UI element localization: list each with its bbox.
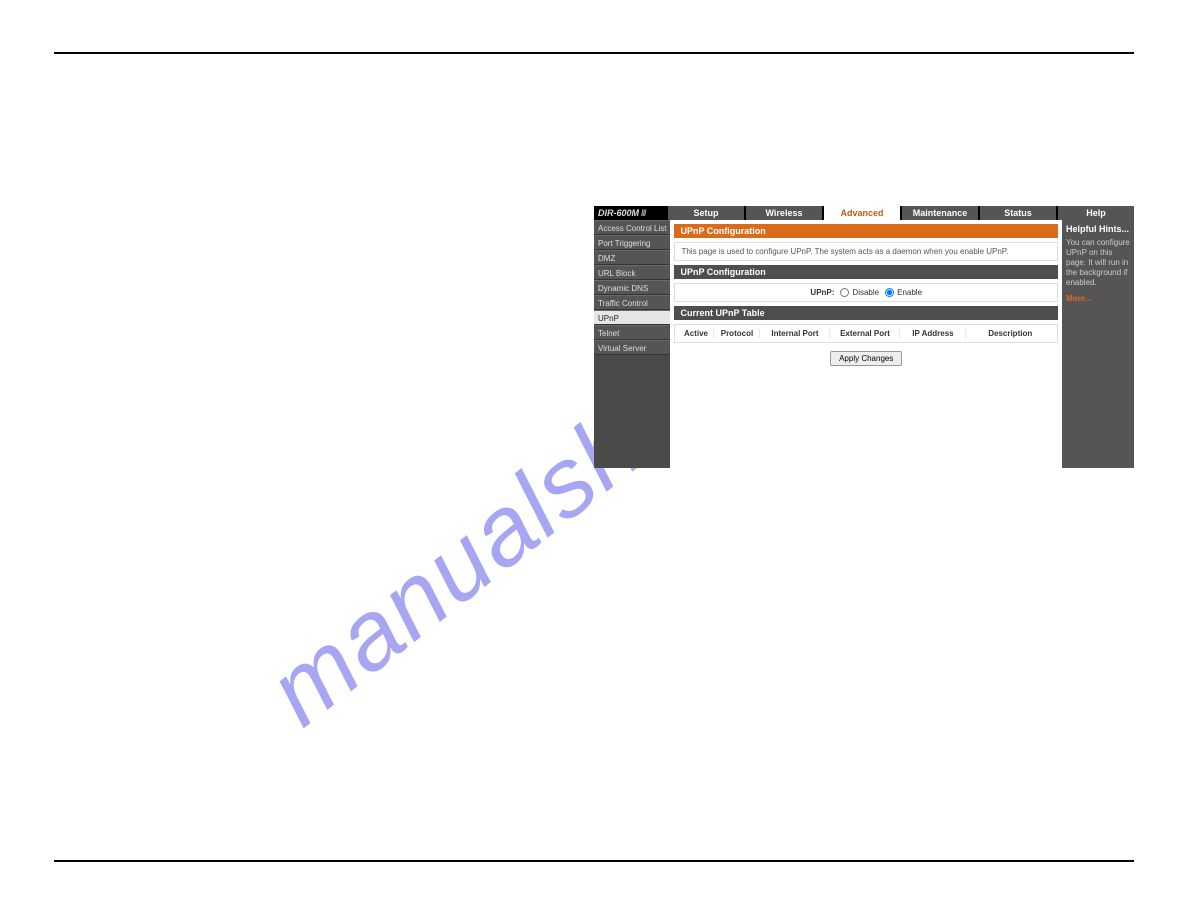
- help-body: You can configure UPnP on this page. It …: [1066, 238, 1130, 288]
- upnp-table-header: Active Protocol Internal Port External P…: [674, 324, 1058, 343]
- sidebar-item-port-triggering[interactable]: Port Triggering: [594, 235, 670, 250]
- tab-help[interactable]: Help: [1058, 206, 1134, 220]
- help-more-link[interactable]: More...: [1066, 294, 1130, 303]
- help-title: Helpful Hints...: [1066, 224, 1130, 234]
- tab-strip: DIR-600M/// Setup Wireless Advanced Main…: [594, 206, 1134, 220]
- apply-row: Apply Changes: [674, 347, 1058, 366]
- sidebar-item-acl[interactable]: Access Control List: [594, 220, 670, 235]
- tab-setup[interactable]: Setup: [668, 206, 744, 220]
- sidebar-item-url-block[interactable]: URL Block: [594, 265, 670, 280]
- divider-bottom: [54, 860, 1134, 862]
- tab-advanced[interactable]: Advanced: [824, 206, 900, 220]
- column-protocol: Protocol: [714, 329, 760, 338]
- sidebar-item-telnet[interactable]: Telnet: [594, 325, 670, 340]
- upnp-disable-option[interactable]: Disable: [840, 288, 879, 297]
- sidebar-item-dynamic-dns[interactable]: Dynamic DNS: [594, 280, 670, 295]
- section-bar: UPnP Configuration: [674, 265, 1058, 279]
- column-description: Description: [966, 329, 1054, 338]
- page-description: This page is used to configure UPnP. The…: [674, 242, 1058, 261]
- upnp-form-row: UPnP: Disable Enable: [674, 283, 1058, 302]
- tab-wireless[interactable]: Wireless: [746, 206, 822, 220]
- sidebar-item-upnp[interactable]: UPnP: [594, 310, 670, 325]
- column-active: Active: [678, 329, 714, 338]
- model-decoration: ///: [641, 208, 646, 218]
- sidebar-item-virtual-server[interactable]: Virtual Server: [594, 340, 670, 355]
- page: manualshive.com DIR-600M/// Setup Wirele…: [0, 0, 1188, 918]
- upnp-label: UPnP:: [810, 288, 834, 297]
- upnp-disable-radio[interactable]: [840, 288, 849, 297]
- page-title-bar: UPnP Configuration: [674, 224, 1058, 238]
- model-label: DIR-600M///: [594, 206, 666, 220]
- sidebar-item-traffic-control[interactable]: Traffic Control: [594, 295, 670, 310]
- router-panel: DIR-600M/// Setup Wireless Advanced Main…: [594, 206, 1134, 468]
- table-bar: Current UPnP Table: [674, 306, 1058, 320]
- upnp-enable-radio[interactable]: [885, 288, 894, 297]
- column-internal-port: Internal Port: [760, 329, 830, 338]
- upnp-disable-text: Disable: [852, 288, 879, 297]
- sidebar: Access Control List Port Triggering DMZ …: [594, 220, 670, 468]
- divider-top: [54, 52, 1134, 54]
- help-panel: Helpful Hints... You can configure UPnP …: [1062, 220, 1134, 468]
- column-ip-address: IP Address: [900, 329, 966, 338]
- tab-maintenance[interactable]: Maintenance: [902, 206, 978, 220]
- model-text: DIR-600M: [598, 208, 639, 218]
- apply-changes-button[interactable]: Apply Changes: [830, 351, 902, 366]
- tab-status[interactable]: Status: [980, 206, 1056, 220]
- upnp-enable-text: Enable: [897, 288, 922, 297]
- router-body: Access Control List Port Triggering DMZ …: [594, 220, 1134, 468]
- upnp-enable-option[interactable]: Enable: [885, 288, 922, 297]
- sidebar-item-dmz[interactable]: DMZ: [594, 250, 670, 265]
- column-external-port: External Port: [830, 329, 900, 338]
- content-area: UPnP Configuration This page is used to …: [670, 220, 1062, 468]
